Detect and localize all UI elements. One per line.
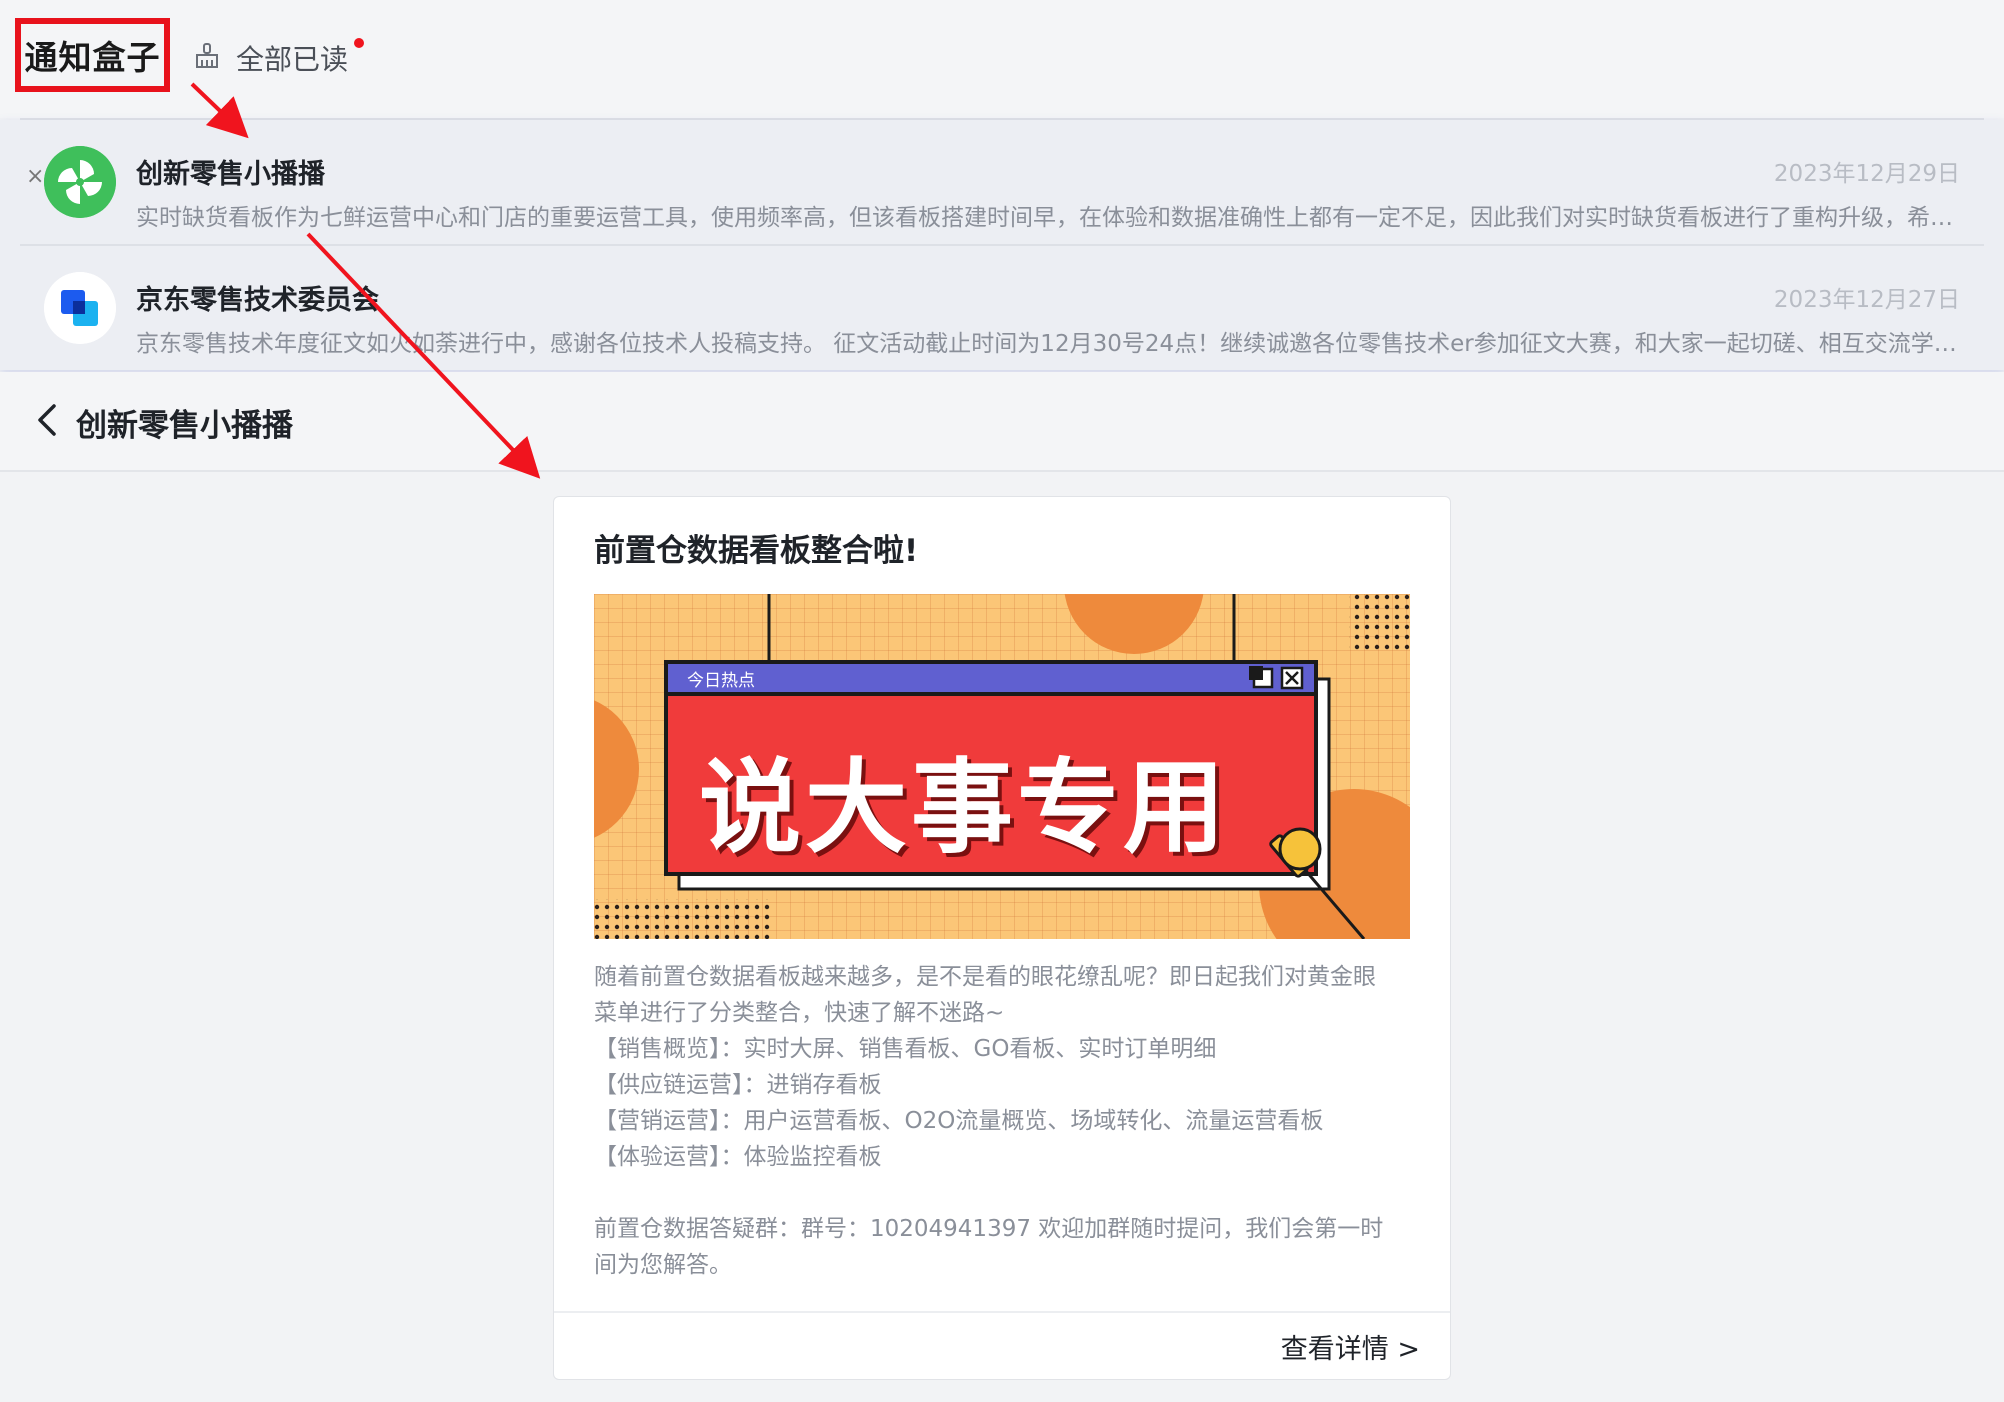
mark-all-read-label: 全部已读	[236, 43, 349, 76]
notification-item[interactable]: × 创新零售小播播 2023年12月29日 实时缺货看板作为七鲜运营中心和门店的…	[0, 120, 2004, 246]
body-line: 【营销运营】：用户运营看板、O2O流量概览、场域转化、流量运营看板	[594, 1108, 1324, 1134]
contact-line: 前置仓数据答疑群：群号：10204941397 欢迎加群随时提问，我们会第一时	[594, 1216, 1384, 1242]
notification-box-header: 通知盒子 全部已读	[0, 0, 2004, 118]
notification-preview: 实时缺货看板作为七鲜运营中心和门店的重要运营工具，使用频率高，但该看板搭建时间早…	[136, 205, 1962, 231]
body-line: 随着前置仓数据看板越来越多，是不是看的眼花缭乱呢？即日起我们对黄金眼	[594, 964, 1376, 990]
notification-date: 2023年12月29日	[1773, 161, 1960, 187]
card-footer-divider	[554, 1311, 1450, 1313]
notification-list: × 创新零售小播播 2023年12月29日 实时缺货看板作为七鲜运营中心和门店的…	[0, 120, 2004, 370]
mark-all-read-button[interactable]: 全部已读	[192, 38, 348, 78]
page-title: 通知盒子	[24, 38, 161, 77]
card-title: 前置仓数据看板整合啦!	[594, 533, 919, 569]
body-line: 菜单进行了分类整合，快速了解不迷路~	[594, 1000, 1005, 1026]
avatar	[44, 146, 116, 218]
notification-preview: 京东零售技术年度征文如火如荼进行中，感谢各位技术人投稿支持。 征文活动截止时间为…	[136, 331, 1962, 357]
back-button[interactable]	[28, 398, 68, 442]
pinwheel-icon	[44, 146, 116, 218]
overlapping-squares-icon	[44, 272, 116, 344]
close-icon[interactable]: ×	[26, 164, 44, 189]
banner-image: 今日热点 说大事专用	[594, 594, 1410, 939]
highlighted-title-box: 通知盒子	[15, 18, 170, 92]
notification-date: 2023年12月27日	[1773, 287, 1960, 313]
sender-name: 创新零售小播播	[136, 159, 325, 190]
body-line: 【体验运营】：体验监控看板	[594, 1144, 882, 1170]
banner-headline: 说大事专用	[699, 749, 1229, 868]
view-details-link[interactable]: 查看详情 >	[1281, 1327, 1420, 1366]
avatar	[44, 272, 116, 344]
body-line: 【供应链运营】：进销存看板	[594, 1072, 882, 1098]
detail-title: 创新零售小播播	[76, 408, 293, 444]
card-body: 随着前置仓数据看板越来越多，是不是看的眼花缭乱呢？即日起我们对黄金眼 菜单进行了…	[594, 959, 1424, 1283]
message-card: 前置仓数据看板整合啦! 今日热点 说大事专用 随着前置仓数据看板越来越多，是不是…	[553, 496, 1451, 1380]
detail-header: 创新零售小播播	[0, 372, 2004, 472]
notification-item[interactable]: 京东零售技术委员会 2023年12月27日 京东零售技术年度征文如火如荼进行中，…	[0, 246, 2004, 370]
unread-dot	[354, 38, 364, 48]
contact-line: 间为您解答。	[594, 1252, 732, 1278]
sender-name: 京东零售技术委员会	[136, 285, 379, 316]
broom-icon	[192, 41, 222, 75]
body-line: 【销售概览】：实时大屏、销售看板、GO看板、实时订单明细	[594, 1036, 1217, 1062]
chevron-left-icon	[38, 404, 56, 436]
banner-tag: 今日热点	[687, 671, 755, 691]
